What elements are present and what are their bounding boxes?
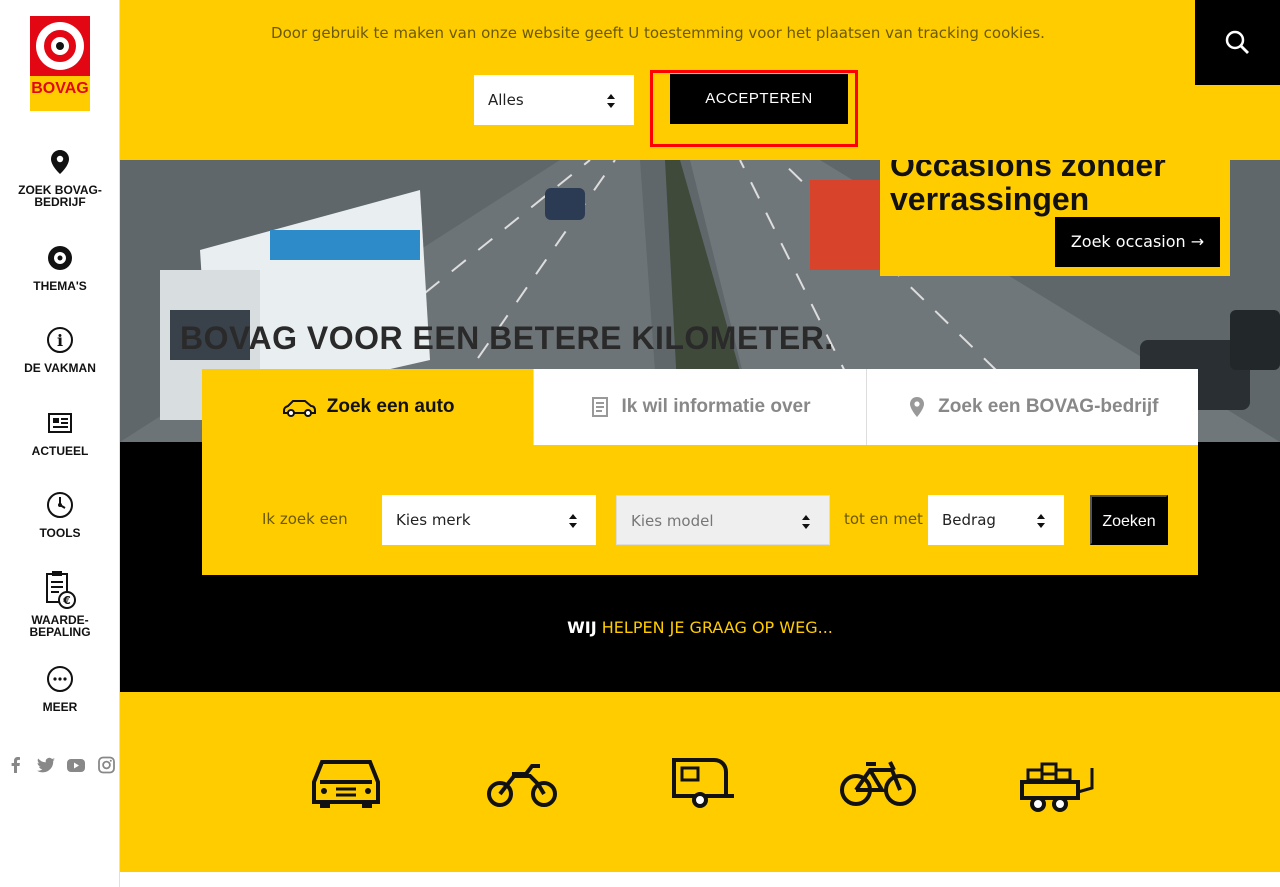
promo-title: Occasions zonder verrassingen xyxy=(890,148,1166,217)
sidebar-item-de-vakman[interactable]: i DE VAKMAN xyxy=(0,326,120,374)
more-icon xyxy=(47,666,73,692)
select-arrows-icon xyxy=(569,514,577,528)
occasion-promo: Occasions zonder verrassingen Zoek occas… xyxy=(880,140,1230,276)
search-panel: Zoek een auto Ik wil informatie over Zoe… xyxy=(202,369,1198,575)
model-select[interactable]: Kies model xyxy=(616,495,830,545)
info-icon: i xyxy=(47,327,73,353)
themes-icon xyxy=(48,246,72,270)
sidebar-item-label: WAARDE-BEPALING xyxy=(29,613,91,639)
youtube-icon[interactable] xyxy=(66,756,86,774)
car-icon[interactable] xyxy=(306,752,386,812)
sidebar-item-actueel[interactable]: ACTUEEL xyxy=(0,409,120,457)
bovag-logo[interactable]: BOVAG xyxy=(30,16,90,111)
select-arrows-icon xyxy=(1037,514,1045,528)
twitter-icon[interactable] xyxy=(36,756,56,774)
valuation-icon: € xyxy=(46,571,76,609)
sidebar-item-waardebepaling[interactable]: € WAARDE-BEPALING xyxy=(0,570,120,638)
search-form: Ik zoek een Kies merk Kies model tot en … xyxy=(202,445,1198,575)
cookie-message: Door gebruik te maken van onze website g… xyxy=(271,24,1045,42)
car-icon xyxy=(282,400,316,417)
cookie-level-value: Alles xyxy=(488,91,524,109)
sidebar-item-tools[interactable]: TOOLS xyxy=(0,491,120,539)
document-icon xyxy=(592,397,609,417)
vehicle-categories xyxy=(120,692,1280,872)
trailer-icon[interactable] xyxy=(1016,752,1096,812)
sidebar-item-themas[interactable]: THEMA'S xyxy=(0,244,120,292)
accept-cookies-button[interactable]: ACCEPTEREN xyxy=(670,74,848,124)
tab-zoek-auto[interactable]: Zoek een auto xyxy=(202,369,534,445)
arrow-right-icon: → xyxy=(1190,232,1205,251)
promo-title-line2: verrassingen xyxy=(890,181,1090,217)
zoeken-button[interactable]: Zoeken xyxy=(1090,495,1168,545)
help-text: WIJ HELPEN JE GRAAG OP WEG... xyxy=(120,618,1280,637)
sidebar-item-label: ZOEK BOVAG-BEDRIJF xyxy=(18,183,102,209)
instagram-icon[interactable] xyxy=(96,756,116,774)
help-text-rest: HELPEN JE GRAAG OP WEG... xyxy=(596,618,833,637)
svg-text:€: € xyxy=(62,594,71,607)
location-pin-icon xyxy=(910,397,925,417)
search-tabs: Zoek een auto Ik wil informatie over Zoe… xyxy=(202,369,1198,445)
model-select-value: Kies model xyxy=(631,512,714,530)
tab-label: Ik wil informatie over xyxy=(621,396,811,417)
caravan-icon[interactable] xyxy=(660,752,740,812)
facebook-icon[interactable] xyxy=(6,756,26,774)
sidebar-item-label: ACTUEEL xyxy=(31,444,89,458)
brand-select[interactable]: Kies merk xyxy=(382,495,596,545)
sidebar-item-label: DE VAKMAN xyxy=(24,361,96,375)
sidebar-item-label: MEER xyxy=(42,700,78,714)
hero-tagline: BOVAG VOOR EEN BETERE KILOMETER. xyxy=(180,320,834,356)
sidebar-item-label: TOOLS xyxy=(39,526,81,540)
zoek-occasion-button[interactable]: Zoek occasion → xyxy=(1055,217,1220,267)
tab-informatie[interactable]: Ik wil informatie over xyxy=(533,369,866,445)
sidebar-item-meer[interactable]: MEER xyxy=(0,665,120,713)
tab-label: Zoek een BOVAG-bedrijf xyxy=(938,396,1159,417)
select-arrows-icon xyxy=(607,94,615,108)
cookie-level-select[interactable]: Alles xyxy=(474,75,634,125)
motorcycle-icon[interactable] xyxy=(482,752,562,812)
brand-select-value: Kies merk xyxy=(396,511,471,529)
zoek-occasion-label: Zoek occasion xyxy=(1070,232,1186,251)
amount-select[interactable]: Bedrag xyxy=(928,495,1064,545)
site-search-button[interactable] xyxy=(1195,0,1280,85)
sidebar: BOVAG ZOEK BOVAG-BEDRIJF THEMA'S i DE VA… xyxy=(0,0,120,887)
help-text-bold: WIJ xyxy=(567,618,597,637)
tab-label: Zoek een auto xyxy=(326,396,455,417)
tab-zoek-bedrijf[interactable]: Zoek een BOVAG-bedrijf xyxy=(865,369,1198,445)
select-arrows-icon xyxy=(802,515,810,529)
amount-select-value: Bedrag xyxy=(942,511,996,529)
logo-text: BOVAG xyxy=(31,80,89,97)
gauge-icon xyxy=(47,492,73,518)
svg-text:i: i xyxy=(57,331,63,350)
tot-en-met-text: tot en met xyxy=(844,510,923,528)
location-pin-icon xyxy=(51,150,69,174)
bicycle-icon[interactable] xyxy=(838,752,918,812)
sidebar-item-zoek-bedrijf[interactable]: ZOEK BOVAG-BEDRIJF xyxy=(0,148,120,208)
newspaper-icon xyxy=(48,413,72,433)
search-icon xyxy=(1225,30,1249,54)
sidebar-item-label: THEMA'S xyxy=(33,279,87,293)
search-lead-text: Ik zoek een xyxy=(262,510,348,528)
social-links xyxy=(6,756,116,774)
cookie-banner: Door gebruik te maken van onze website g… xyxy=(120,0,1280,160)
page-bottom-strip xyxy=(120,872,1280,887)
logo-badge xyxy=(30,16,90,76)
